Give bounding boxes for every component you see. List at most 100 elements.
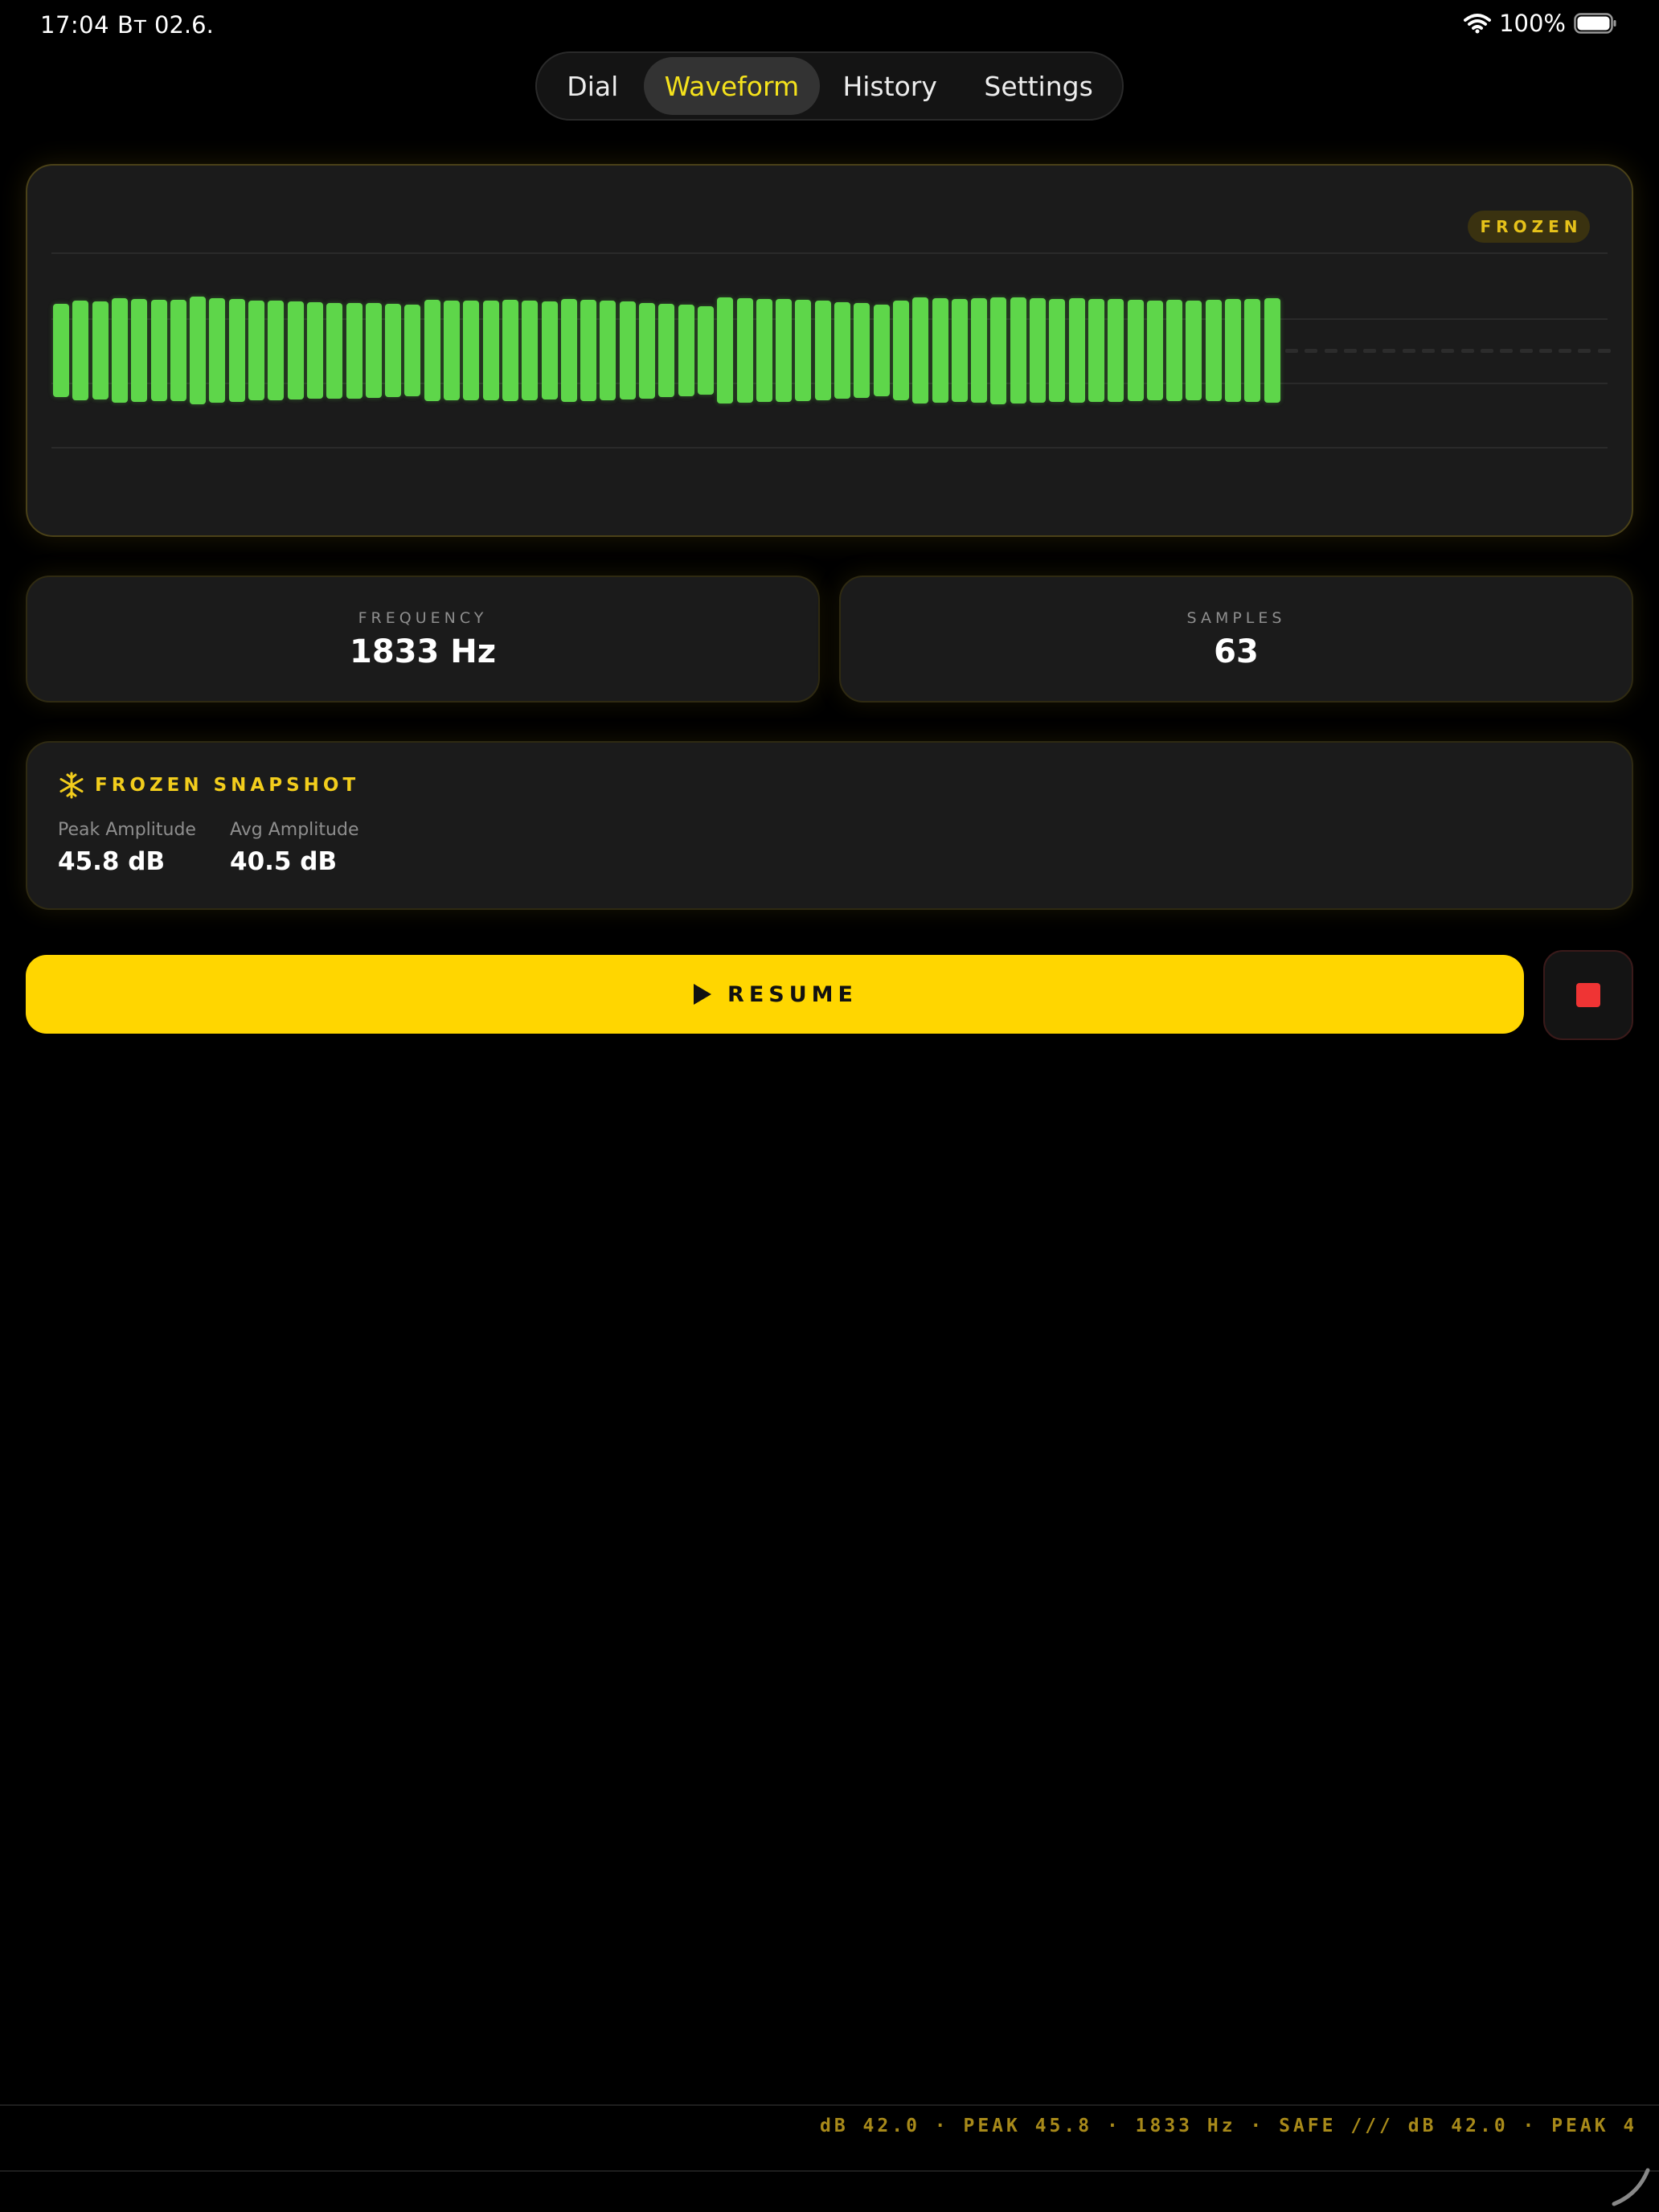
waveform-bar <box>951 298 968 403</box>
frequency-value: 1833 Hz <box>349 633 496 670</box>
waveform-bar <box>1108 299 1124 402</box>
waveform-bar <box>482 300 499 401</box>
waveform-bar <box>1146 300 1163 401</box>
waveform-bar <box>150 300 167 401</box>
tab-dial[interactable]: Dial <box>542 57 644 115</box>
waveform-bar <box>541 301 558 399</box>
waveform-bar <box>1166 300 1183 401</box>
waveform-bar <box>678 305 694 396</box>
waveform-bar <box>990 297 1007 404</box>
waveform-bar <box>72 301 89 400</box>
waveform-bar <box>1088 298 1104 403</box>
status-bar: 17:04 Вт 02.6. 100% <box>0 0 1659 51</box>
waveform-bar <box>892 301 909 400</box>
waveform-empty-slot <box>1343 349 1357 353</box>
waveform-bar <box>131 299 148 402</box>
waveform-bar <box>1244 298 1261 403</box>
waveform-bar <box>1225 299 1241 402</box>
status-ticker: dB 42.0 · PEAK 45.8 · 1833 Hz · SAFE ///… <box>820 2103 1633 2151</box>
waveform-empty-slot <box>1422 349 1435 353</box>
waveform-bar <box>1186 300 1202 401</box>
waveform-bar <box>873 304 890 397</box>
waveform-bar <box>932 297 948 403</box>
scroll-indicator-icon <box>1612 2168 1650 2206</box>
snapshot-card: FROZEN SNAPSHOT Peak Amplitude 45.8 dB A… <box>26 741 1633 910</box>
waveform-bar <box>1127 300 1144 401</box>
frozen-badge: FROZEN <box>1468 211 1590 243</box>
stop-icon <box>1576 983 1600 1007</box>
waveform-bar <box>1049 298 1066 403</box>
frequency-card: FREQUENCY 1833 Hz <box>26 576 820 703</box>
waveform-bar <box>346 302 363 399</box>
waveform-empty-slot <box>1284 349 1298 353</box>
waveform-empty-slot <box>1519 349 1533 353</box>
avg-amplitude-value: 40.5 dB <box>230 847 338 876</box>
tab-history[interactable]: History <box>820 57 960 115</box>
waveform-empty-slot <box>1480 349 1493 353</box>
waveform-empty-slot <box>1324 349 1337 353</box>
waveform-bar <box>600 300 616 401</box>
battery-percent: 100% <box>1499 10 1566 37</box>
waveform-bar <box>385 303 402 398</box>
waveform-bar <box>1068 297 1085 403</box>
waveform-bar <box>834 301 850 399</box>
samples-card: SAMPLES 63 <box>839 576 1633 703</box>
waveform-bar <box>248 300 264 401</box>
battery-icon <box>1574 13 1616 34</box>
waveform-bar <box>53 303 69 398</box>
waveform-bar <box>502 300 518 401</box>
waveform-bar <box>424 300 440 401</box>
snowflake-icon <box>59 772 84 799</box>
waveform-empty-slot <box>1538 349 1552 353</box>
waveform-bar <box>1205 300 1222 401</box>
waveform-bar <box>209 297 226 403</box>
waveform-empty-slot <box>1402 349 1415 353</box>
waveform-empty-slot <box>1382 349 1396 353</box>
samples-label: SAMPLES <box>1186 609 1286 627</box>
waveform-bar <box>444 300 460 401</box>
waveform-bar <box>92 301 109 399</box>
waveform-bar <box>228 299 245 402</box>
waveform-empty-slot <box>1460 349 1474 353</box>
ticker-divider <box>0 2170 1659 2172</box>
wifi-icon <box>1464 14 1492 34</box>
play-icon <box>694 984 712 1005</box>
waveform-bar <box>326 302 343 399</box>
samples-value: 63 <box>1214 633 1259 670</box>
waveform-bar <box>619 301 636 399</box>
waveform-bar <box>795 300 812 401</box>
waveform-bar <box>560 299 577 402</box>
resume-button[interactable]: RESUME <box>26 955 1524 1034</box>
waveform-empty-slot <box>1305 349 1318 353</box>
peak-amplitude-value: 45.8 dB <box>58 847 166 876</box>
waveform-bar <box>170 300 186 401</box>
waveform-bar <box>971 297 988 403</box>
waveform-bar <box>404 305 421 396</box>
tab-settings[interactable]: Settings <box>960 57 1117 115</box>
waveform-empty-slot <box>1559 349 1572 353</box>
waveform-bar <box>463 301 480 400</box>
waveform-empty-slot <box>1597 349 1611 353</box>
waveform-bar <box>580 300 597 401</box>
waveform-bar <box>912 297 929 403</box>
tab-bar: Dial Waveform History Settings <box>535 51 1124 121</box>
status-indicators: 100% <box>1464 10 1617 37</box>
waveform-empty-slot <box>1363 349 1377 353</box>
waveform-empty-slot <box>1578 349 1591 353</box>
waveform-bar <box>365 303 382 398</box>
waveform-bar <box>522 300 539 401</box>
waveform-bar <box>287 301 304 399</box>
waveform-bar <box>306 301 323 399</box>
waveform-bar <box>736 297 753 403</box>
status-time: 17:04 <box>40 11 110 39</box>
snapshot-title: FROZEN SNAPSHOT <box>95 775 360 796</box>
tab-waveform[interactable]: Waveform <box>643 57 821 115</box>
waveform-bar <box>1010 297 1026 403</box>
avg-amplitude-label: Avg Amplitude <box>230 820 359 840</box>
waveform-bar <box>776 299 793 402</box>
stop-button[interactable] <box>1543 950 1633 1040</box>
waveform-empty-slot <box>1441 349 1455 353</box>
waveform-bar <box>639 302 655 399</box>
waveform-bar <box>814 301 831 400</box>
peak-amplitude-label: Peak Amplitude <box>58 820 196 840</box>
